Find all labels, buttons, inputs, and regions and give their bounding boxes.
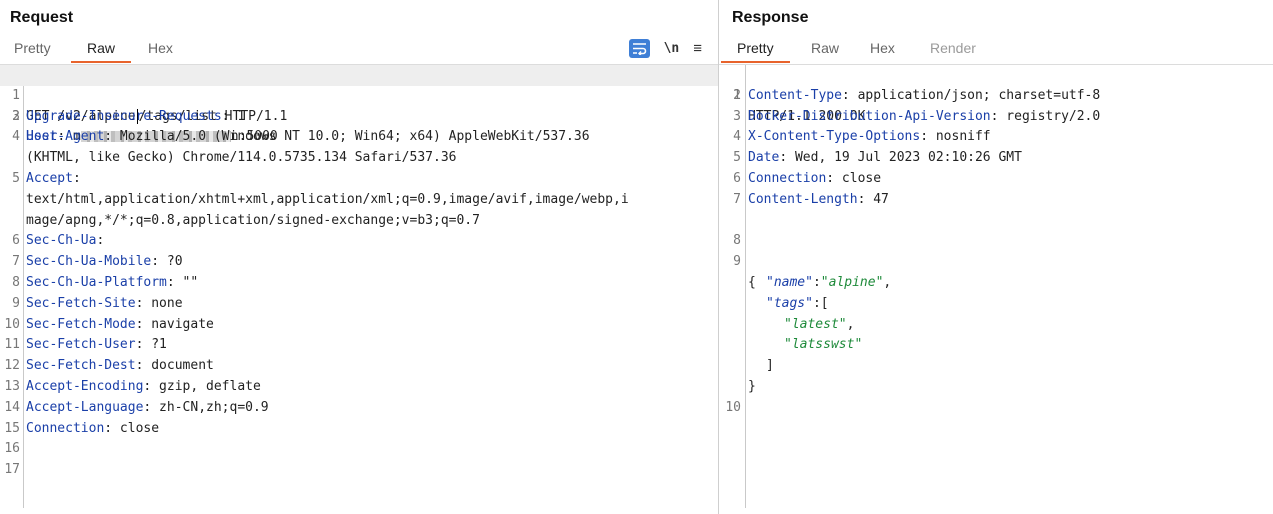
response-line: ]: [766, 358, 774, 374]
request-line: 2 Host: m n:5000: [12, 108, 278, 145]
response-line: 10: [725, 399, 741, 415]
response-line: "name":"alpine",: [766, 274, 892, 290]
response-line: }: [748, 378, 756, 394]
request-line: mage/apng,*/*;q=0.8,application/signed-e…: [26, 212, 480, 228]
response-tab-raw[interactable]: Raw: [811, 40, 839, 62]
response-header-line: 2 Content-Type: application/json; charset…: [733, 87, 1101, 103]
request-tab-pretty[interactable]: Pretty: [14, 40, 51, 62]
request-line: 17: [4, 462, 20, 478]
request-line: 8 Sec-Ch-Ua-Platform: "": [12, 274, 199, 290]
request-line: 6 Sec-Ch-Ua:: [12, 233, 105, 249]
request-line: 12 Sec-Fetch-Dest: document: [4, 358, 214, 374]
request-line: 10 Sec-Fetch-Mode: navigate: [4, 316, 214, 332]
request-toolbar: \n ≡: [628, 37, 702, 59]
word-wrap-icon[interactable]: [628, 38, 650, 58]
request-line: 13 Accept-Encoding: gzip, deflate: [4, 378, 261, 394]
request-line: 11 Sec-Fetch-User: ?1: [4, 337, 167, 353]
response-line: "latest",: [784, 316, 855, 332]
response-header-line: 3 Docker-Distribution-Api-Version: regist…: [733, 108, 1101, 124]
show-newlines-icon[interactable]: \n: [664, 41, 680, 56]
response-title: Response: [732, 9, 809, 26]
response-line: 1 HTTP/1.1 200 OK: [733, 87, 866, 124]
response-tab-hex[interactable]: Hex: [870, 40, 895, 62]
request-line: 15 Connection: close: [4, 420, 160, 436]
response-pane: Response Pretty Raw Hex Render 1 HTTP/1.…: [719, 0, 1273, 514]
request-title: Request: [10, 9, 74, 26]
request-line: 9 Sec-Fetch-Site: none: [12, 295, 183, 311]
request-line: 14 Accept-Language: zh-CN,zh;q=0.9: [4, 399, 269, 415]
request-tab-raw[interactable]: Raw: [70, 40, 132, 63]
response-header-line: 7 Content-Length: 47: [733, 191, 889, 207]
request-line: (KHTML, like Gecko) Chrome/114.0.5735.13…: [26, 150, 457, 166]
response-line: 8: [733, 233, 741, 249]
request-line: 1 GET /v2/alpine/tags/list HTTP/1.1: [0, 65, 718, 124]
request-tab-hex[interactable]: Hex: [148, 40, 173, 62]
response-line: 9 {: [733, 254, 756, 290]
response-line: "tags":[: [766, 295, 829, 311]
request-line: 16: [4, 441, 20, 457]
response-header-line: 5 Date: Wed, 19 Jul 2023 02:10:26 GMT: [733, 150, 1022, 166]
hamburger-menu-icon[interactable]: ≡: [693, 40, 702, 57]
request-line: text/html,application/xhtml+xml,applicat…: [26, 191, 629, 207]
request-line: 4 User-Agent: Mozilla/5.0 (Windows NT 10.…: [12, 129, 590, 145]
response-tab-render[interactable]: Render: [930, 40, 976, 62]
request-line: 7 Sec-Ch-Ua-Mobile: ?0: [12, 254, 183, 270]
request-line: 3 Upgrade-Insecure-Requests: 1: [12, 108, 246, 124]
response-editor[interactable]: 1 HTTP/1.1 200 OK 2 Content-Type: applica…: [719, 64, 1273, 508]
response-code[interactable]: 1 HTTP/1.1 200 OK 2 Content-Type: applica…: [719, 65, 1273, 508]
request-editor[interactable]: 1 GET /v2/alpine/tags/list HTTP/1.1 2 Ho…: [0, 64, 718, 508]
response-line: "latsswst": [784, 337, 863, 353]
request-tabbar: Pretty Raw Hex \n ≡: [0, 37, 718, 63]
request-line: 5 Accept:: [12, 170, 81, 186]
response-header-line: 6 Connection: close: [733, 170, 882, 186]
request-pane: Request Pretty Raw Hex \n ≡ 1 GET /v2/al…: [0, 0, 718, 514]
request-code[interactable]: 1 GET /v2/alpine/tags/list HTTP/1.1 2 Ho…: [0, 65, 718, 508]
response-tabbar: Pretty Raw Hex Render: [719, 37, 1273, 63]
response-tab-pretty[interactable]: Pretty: [721, 40, 789, 63]
response-header-line: 4 X-Content-Type-Options: nosniff: [733, 129, 991, 145]
